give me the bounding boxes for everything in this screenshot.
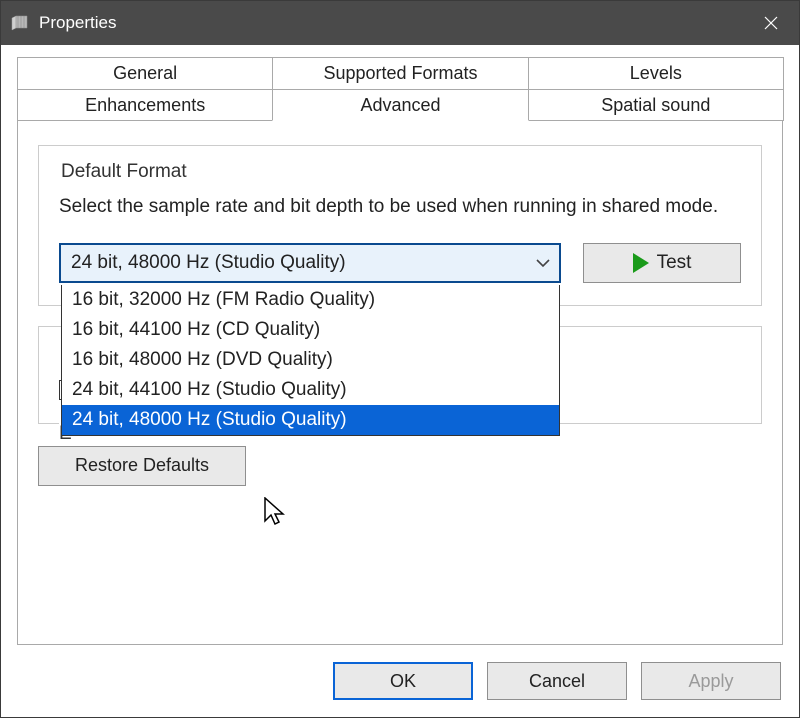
sample-rate-combobox[interactable]: 24 bit, 48000 Hz (Studio Quality) 16 bit… [59,243,561,283]
titlebar: Properties [1,1,799,45]
window-title: Properties [39,13,743,33]
play-icon [633,253,649,273]
tab-enhancements[interactable]: Enhancements [17,89,273,121]
test-button[interactable]: Test [583,243,741,283]
restore-defaults-button[interactable]: Restore Defaults [38,446,246,486]
sample-rate-selected-label: 24 bit, 48000 Hz (Studio Quality) [71,252,535,274]
tab-strip: General Supported Formats Levels Enhance… [17,57,783,121]
default-format-legend: Default Format [59,161,193,183]
tab-row-top: General Supported Formats Levels [17,57,783,89]
ok-button[interactable]: OK [333,662,473,700]
dropdown-option-selected[interactable]: 24 bit, 48000 Hz (Studio Quality) [62,405,559,435]
sample-rate-dropdown-list: 16 bit, 32000 Hz (FM Radio Quality) 16 b… [61,285,560,436]
tab-spatial-sound[interactable]: Spatial sound [528,89,784,121]
close-icon [764,16,778,30]
properties-window: Properties General Supported Formats Lev… [0,0,800,718]
dropdown-option[interactable]: 16 bit, 48000 Hz (DVD Quality) [62,345,559,375]
dropdown-option[interactable]: 16 bit, 32000 Hz (FM Radio Quality) [62,285,559,315]
chevron-down-icon [535,258,551,268]
default-format-description: Select the sample rate and bit depth to … [59,193,741,221]
content-area: General Supported Formats Levels Enhance… [1,45,799,645]
tab-advanced[interactable]: Advanced [272,89,528,121]
default-format-group: Default Format Select the sample rate an… [38,145,762,306]
tab-levels[interactable]: Levels [528,57,784,89]
dropdown-option[interactable]: 16 bit, 44100 Hz (CD Quality) [62,315,559,345]
dialog-button-bar: OK Cancel Apply [1,645,799,717]
mouse-cursor-icon [264,497,286,532]
tab-general[interactable]: General [17,57,273,89]
apply-button[interactable]: Apply [641,662,781,700]
cancel-button[interactable]: Cancel [487,662,627,700]
test-button-label: Test [657,252,692,274]
dropdown-option[interactable]: 24 bit, 44100 Hz (Studio Quality) [62,375,559,405]
tab-row-bottom: Enhancements Advanced Spatial sound [17,89,783,121]
format-row: 24 bit, 48000 Hz (Studio Quality) 16 bit… [59,243,741,283]
window-close-button[interactable] [743,1,799,45]
tab-panel-advanced: E Default Format Select the sample rate … [17,120,783,645]
window-app-icon [11,14,29,32]
tab-supported-formats[interactable]: Supported Formats [272,57,528,89]
